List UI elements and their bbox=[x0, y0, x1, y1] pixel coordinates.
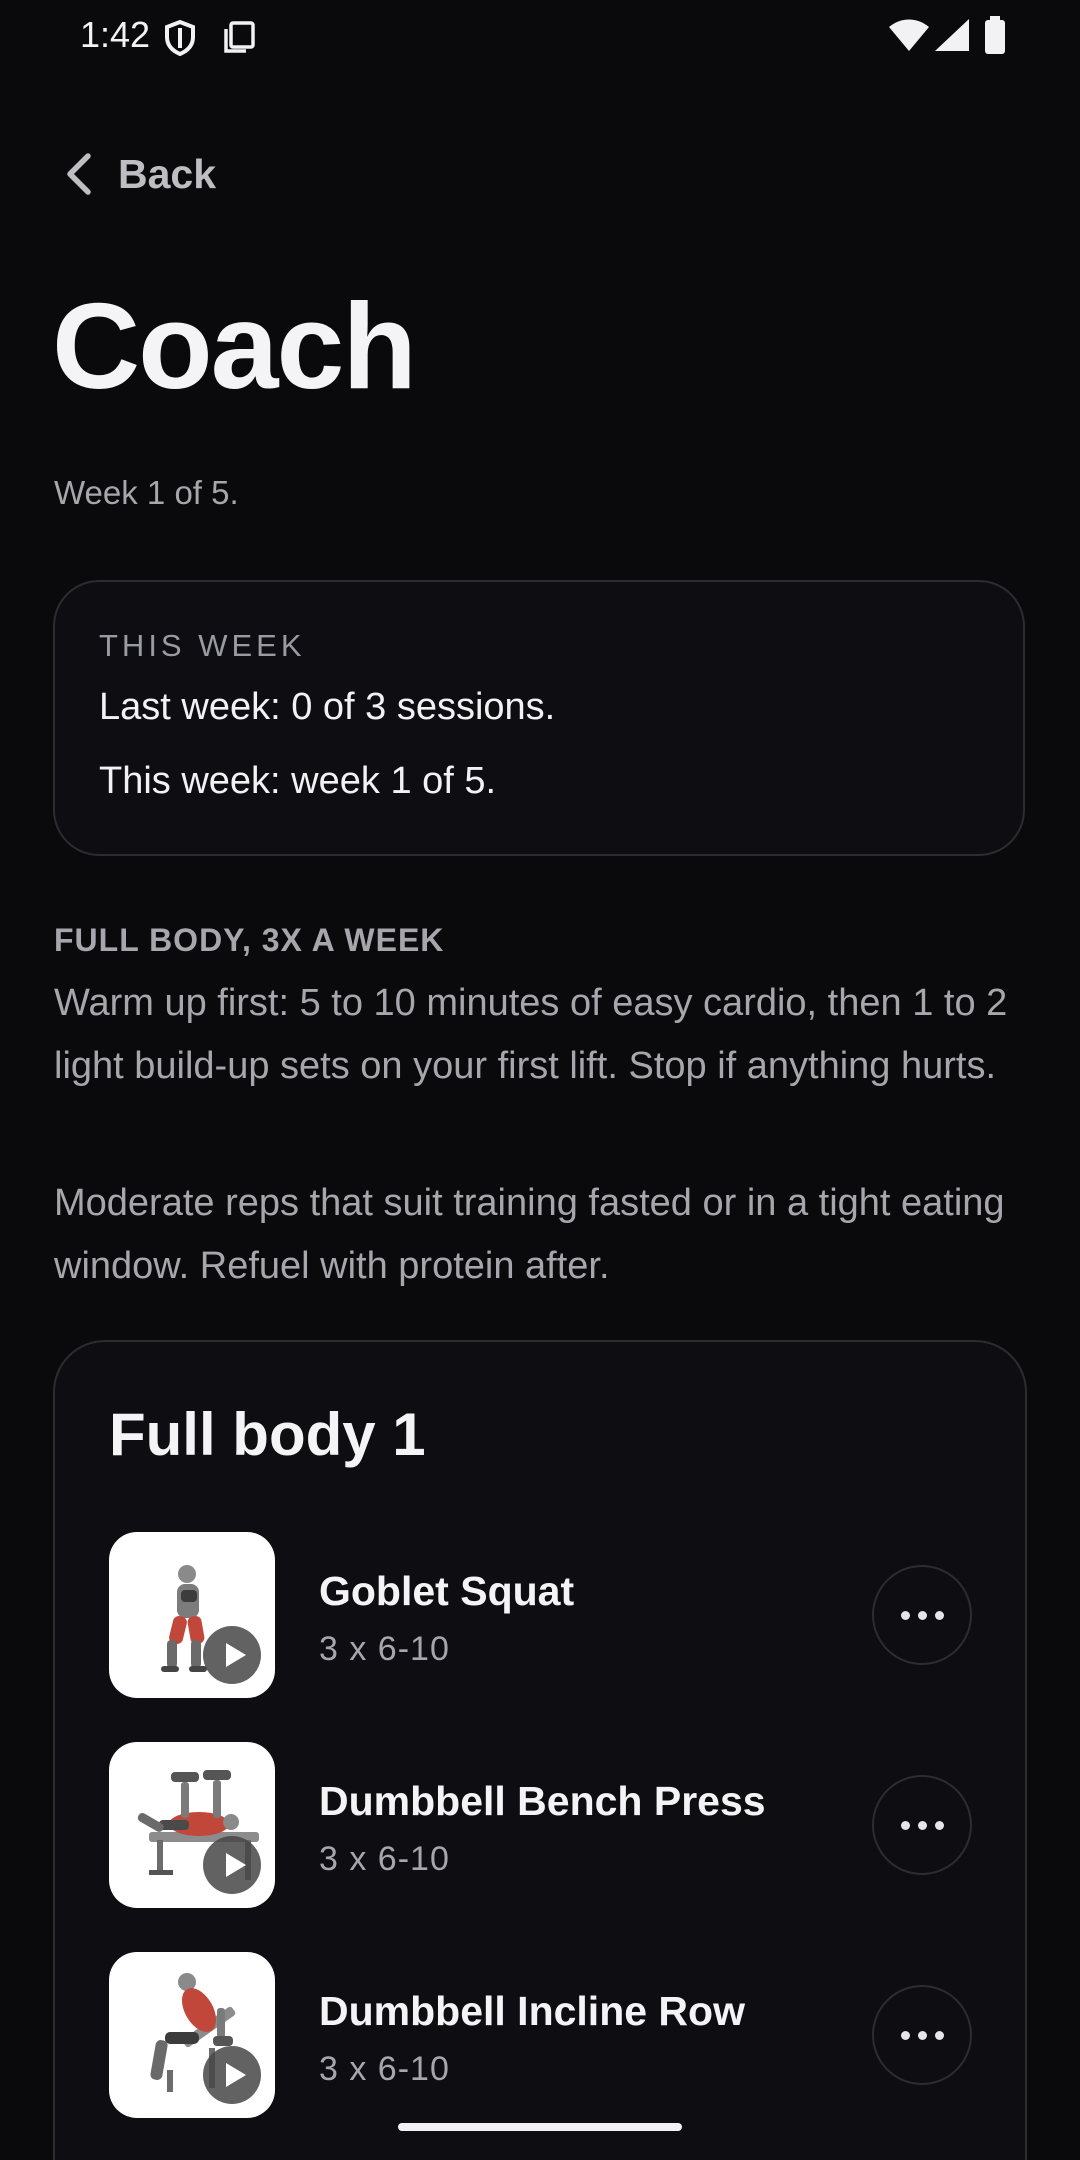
exercise-row: Dumbbell Bench Press 3 x 6-10 bbox=[109, 1742, 979, 1908]
status-time: 1:42 bbox=[80, 14, 151, 55]
this-week-card: THIS WEEK Last week: 0 of 3 sessions. Th… bbox=[53, 580, 1025, 856]
back-label: Back bbox=[118, 150, 217, 197]
status-bar: 1:42 bbox=[0, 0, 1080, 72]
wifi-icon bbox=[889, 19, 929, 51]
exercise-row: Dumbbell Incline Row 3 x 6-10 bbox=[109, 1952, 979, 2118]
more-options-button[interactable] bbox=[872, 1775, 972, 1875]
chevron-left-icon bbox=[67, 153, 91, 195]
warmup-text: Warm up first: 5 to 10 minutes of easy c… bbox=[54, 982, 1008, 1087]
exercise-sets: 3 x 6-10 bbox=[319, 1840, 450, 1878]
exercise-name: Goblet Squat bbox=[319, 1568, 575, 1614]
workout-title: Full body 1 bbox=[109, 1401, 426, 1468]
page-title: Coach bbox=[52, 278, 417, 414]
this-week-summary: This week: week 1 of 5. bbox=[99, 760, 497, 802]
week-subtitle: Week 1 of 5. bbox=[54, 474, 239, 511]
plan-note-text: Moderate reps that suit training fasted … bbox=[54, 1182, 1005, 1287]
exercise-thumbnail[interactable] bbox=[109, 1952, 275, 2118]
play-icon[interactable] bbox=[203, 2046, 261, 2104]
exercise-sets: 3 x 6-10 bbox=[319, 2050, 450, 2088]
coach-screen: 1:42 Back Coach Week 1 of 5. THIS WEEK L bbox=[0, 0, 1080, 2160]
exercise-row: Goblet Squat 3 x 6-10 bbox=[109, 1532, 979, 1698]
exercise-thumbnail[interactable] bbox=[109, 1532, 275, 1698]
last-week-summary: Last week: 0 of 3 sessions. bbox=[99, 686, 556, 728]
copy-icon bbox=[224, 21, 255, 53]
exercise-name: Dumbbell Incline Row bbox=[319, 1988, 745, 2034]
workout-card: Full body 1 Goblet Squat 3 x 6-10 Dumbbe… bbox=[53, 1340, 1027, 2160]
exercise-thumbnail[interactable] bbox=[109, 1742, 275, 1908]
this-week-heading: THIS WEEK bbox=[99, 628, 306, 663]
battery-icon bbox=[985, 16, 1005, 54]
back-button[interactable]: Back bbox=[62, 146, 216, 202]
more-horizontal-icon bbox=[900, 1820, 944, 1830]
more-options-button[interactable] bbox=[872, 1985, 972, 2085]
more-horizontal-icon bbox=[900, 1610, 944, 1620]
play-icon[interactable] bbox=[203, 1836, 261, 1894]
more-horizontal-icon bbox=[900, 2030, 944, 2040]
exercise-sets: 3 x 6-10 bbox=[319, 1630, 450, 1668]
plan-heading: FULL BODY, 3X A WEEK bbox=[54, 922, 445, 958]
more-options-button[interactable] bbox=[872, 1565, 972, 1665]
exercise-name: Dumbbell Bench Press bbox=[319, 1778, 766, 1824]
shield-icon bbox=[165, 20, 195, 56]
play-icon[interactable] bbox=[203, 1626, 261, 1684]
signal-icon bbox=[935, 19, 969, 51]
home-indicator[interactable] bbox=[398, 2123, 682, 2131]
